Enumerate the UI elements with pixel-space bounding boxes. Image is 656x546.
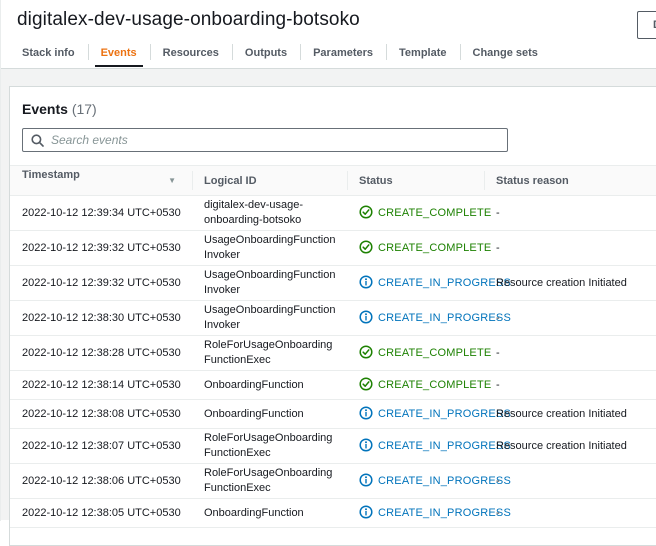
- event-logical-id: OnboardingFunction: [192, 499, 347, 528]
- success-icon: [359, 205, 373, 219]
- event-row: 2022-10-12 12:38:14 UTC+0530OnboardingFu…: [10, 371, 656, 400]
- in-progress-icon: [359, 310, 373, 324]
- event-timestamp: 2022-10-12 12:39:32 UTC+0530: [10, 266, 192, 301]
- event-logical-id: UsageOnboardingFunctionInvoker: [192, 266, 347, 301]
- event-row: 2022-10-12 12:38:05 UTC+0530OnboardingFu…: [10, 499, 656, 528]
- event-timestamp: 2022-10-12 12:39:34 UTC+0530: [10, 196, 192, 231]
- event-status-label: CREATE_IN_PROGRESS: [378, 277, 511, 289]
- event-status: CREATE_IN_PROGRESS: [347, 429, 484, 464]
- stack-page-header: digitalex-dev-usage-onboarding-botsoko D…: [1, 0, 656, 38]
- success-icon: [359, 345, 373, 359]
- event-logical-id: RoleForUsageOnboardingFunctionExec: [192, 464, 347, 499]
- events-table-header-row: Timestamp ▼ Logical ID Status Status rea…: [10, 166, 656, 196]
- event-status-reason: -: [484, 231, 656, 266]
- tab-resources[interactable]: Resources: [150, 38, 232, 68]
- event-status: CREATE_IN_PROGRESS: [347, 499, 484, 528]
- event-timestamp: 2022-10-12 12:39:32 UTC+0530: [10, 231, 192, 266]
- event-timestamp: 2022-10-12 12:38:28 UTC+0530: [10, 336, 192, 371]
- event-timestamp: 2022-10-12 12:38:05 UTC+0530: [10, 499, 192, 528]
- event-status-reason: Resource creation Initiated: [484, 429, 656, 464]
- event-status-reason: Resource creation Initiated: [484, 266, 656, 301]
- event-logical-id: digitalex-dev-usage-onboarding-botsoko: [192, 196, 347, 231]
- stack-tabs: Stack infoEventsResourcesOutputsParamete…: [1, 38, 656, 69]
- event-logical-id: OnboardingFunction: [192, 371, 347, 400]
- event-status-label: CREATE_IN_PROGRESS: [378, 507, 511, 519]
- event-status: CREATE_COMPLETE: [347, 336, 484, 371]
- event-status-label: CREATE_COMPLETE: [378, 379, 491, 391]
- tab-parameters[interactable]: Parameters: [300, 38, 386, 68]
- event-row: 2022-10-12 12:38:30 UTC+0530UsageOnboard…: [10, 301, 656, 336]
- event-row: 2022-10-12 12:39:32 UTC+0530UsageOnboard…: [10, 266, 656, 301]
- in-progress-icon: [359, 406, 373, 420]
- event-status-reason: -: [484, 371, 656, 400]
- event-logical-id: RoleForUsageOnboardingFunctionExec: [192, 429, 347, 464]
- event-timestamp: 2022-10-12 12:38:14 UTC+0530: [10, 371, 192, 400]
- event-row: 2022-10-12 12:39:32 UTC+0530UsageOnboard…: [10, 231, 656, 266]
- in-progress-icon: [359, 505, 373, 519]
- in-progress-icon: [359, 438, 373, 452]
- events-panel: Events (17) Timestamp ▼ Logical I: [9, 86, 656, 546]
- tab-events[interactable]: Events: [88, 38, 150, 68]
- event-status-label: CREATE_COMPLETE: [378, 347, 491, 359]
- success-icon: [359, 240, 373, 254]
- events-table: Timestamp ▼ Logical ID Status Status rea…: [10, 165, 656, 528]
- event-status: CREATE_IN_PROGRESS: [347, 266, 484, 301]
- event-status-reason: Resource creation Initiated: [484, 400, 656, 429]
- page-title: digitalex-dev-usage-onboarding-botsoko: [17, 9, 640, 31]
- event-status-label: CREATE_IN_PROGRESS: [378, 475, 511, 487]
- event-status-reason: -: [484, 196, 656, 231]
- delete-button[interactable]: Delete: [637, 11, 656, 39]
- in-progress-icon: [359, 473, 373, 487]
- search-icon: [31, 134, 44, 147]
- event-row: 2022-10-12 12:39:34 UTC+0530digitalex-de…: [10, 196, 656, 231]
- event-status: CREATE_COMPLETE: [347, 231, 484, 266]
- event-logical-id: UsageOnboardingFunctionInvoker: [192, 231, 347, 266]
- event-status-label: CREATE_IN_PROGRESS: [378, 440, 511, 452]
- event-status-label: CREATE_IN_PROGRESS: [378, 312, 511, 324]
- tab-stack-info[interactable]: Stack info: [9, 38, 88, 68]
- search-input[interactable]: [51, 133, 499, 147]
- event-row: 2022-10-12 12:38:07 UTC+0530RoleForUsage…: [10, 429, 656, 464]
- tab-outputs[interactable]: Outputs: [232, 38, 300, 68]
- tab-template[interactable]: Template: [386, 38, 459, 68]
- in-progress-icon: [359, 275, 373, 289]
- event-status: CREATE_COMPLETE: [347, 371, 484, 400]
- event-row: 2022-10-12 12:38:08 UTC+0530OnboardingFu…: [10, 400, 656, 429]
- event-row: 2022-10-12 12:38:06 UTC+0530RoleForUsage…: [10, 464, 656, 499]
- event-logical-id: RoleForUsageOnboardingFunctionExec: [192, 336, 347, 371]
- event-timestamp: 2022-10-12 12:38:08 UTC+0530: [10, 400, 192, 429]
- event-status-label: CREATE_COMPLETE: [378, 207, 491, 219]
- event-timestamp: 2022-10-12 12:38:30 UTC+0530: [10, 301, 192, 336]
- event-status: CREATE_IN_PROGRESS: [347, 400, 484, 429]
- events-count: (17): [72, 101, 97, 117]
- search-box[interactable]: [22, 128, 508, 152]
- event-status: CREATE_IN_PROGRESS: [347, 301, 484, 336]
- event-timestamp: 2022-10-12 12:38:07 UTC+0530: [10, 429, 192, 464]
- event-timestamp: 2022-10-12 12:38:06 UTC+0530: [10, 464, 192, 499]
- event-status-label: CREATE_IN_PROGRESS: [378, 408, 511, 420]
- success-icon: [359, 377, 373, 391]
- event-logical-id: OnboardingFunction: [192, 400, 347, 429]
- event-status: CREATE_IN_PROGRESS: [347, 464, 484, 499]
- events-heading-label: Events: [22, 101, 68, 117]
- column-header-timestamp[interactable]: Timestamp ▼: [10, 166, 192, 196]
- events-heading: Events (17): [22, 101, 642, 117]
- column-header-status-reason: Status reason: [484, 166, 656, 196]
- events-panel-header: Events (17): [10, 87, 656, 165]
- content-area: Events (17) Timestamp ▼ Logical I: [1, 69, 656, 520]
- event-row: 2022-10-12 12:38:28 UTC+0530RoleForUsage…: [10, 336, 656, 371]
- event-status-reason: -: [484, 336, 656, 371]
- column-header-status: Status: [347, 166, 484, 196]
- event-logical-id: UsageOnboardingFunctionInvoker: [192, 301, 347, 336]
- event-status: CREATE_COMPLETE: [347, 196, 484, 231]
- sort-descending-icon[interactable]: ▼: [168, 169, 176, 193]
- column-header-logical-id: Logical ID: [192, 166, 347, 196]
- tab-change-sets[interactable]: Change sets: [460, 38, 551, 68]
- event-status-label: CREATE_COMPLETE: [378, 242, 491, 254]
